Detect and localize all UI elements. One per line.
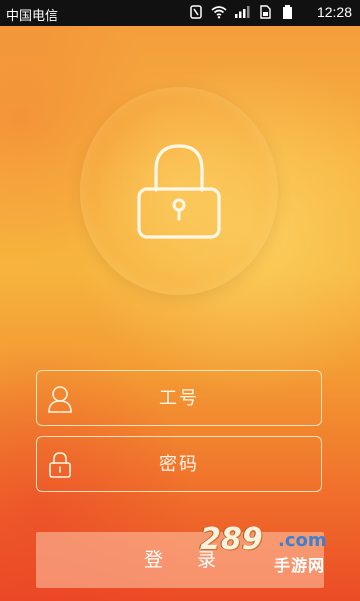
nfc-icon <box>188 5 204 19</box>
password-placeholder: 密码 <box>159 454 199 475</box>
watermark-logo: 289 .com 手游网 <box>196 518 346 578</box>
clock: 12:28 <box>316 4 352 20</box>
watermark-number: 289 <box>200 522 263 557</box>
sim-icon <box>257 5 273 19</box>
carrier-name: 中国电信 <box>6 8 59 23</box>
watermark-brand: 手游网 <box>274 556 326 575</box>
username-field[interactable]: 工号 <box>36 370 322 426</box>
password-field[interactable]: 密码 <box>36 436 322 492</box>
wifi-icon <box>211 5 227 19</box>
signal-icon <box>234 5 250 19</box>
status-icons <box>188 5 296 19</box>
padlock-icon <box>129 140 229 244</box>
watermark-domain: .com <box>278 530 327 551</box>
status-bar: 中国电信 12:28 <box>0 0 360 26</box>
username-placeholder: 工号 <box>159 388 199 409</box>
battery-icon <box>280 5 296 19</box>
